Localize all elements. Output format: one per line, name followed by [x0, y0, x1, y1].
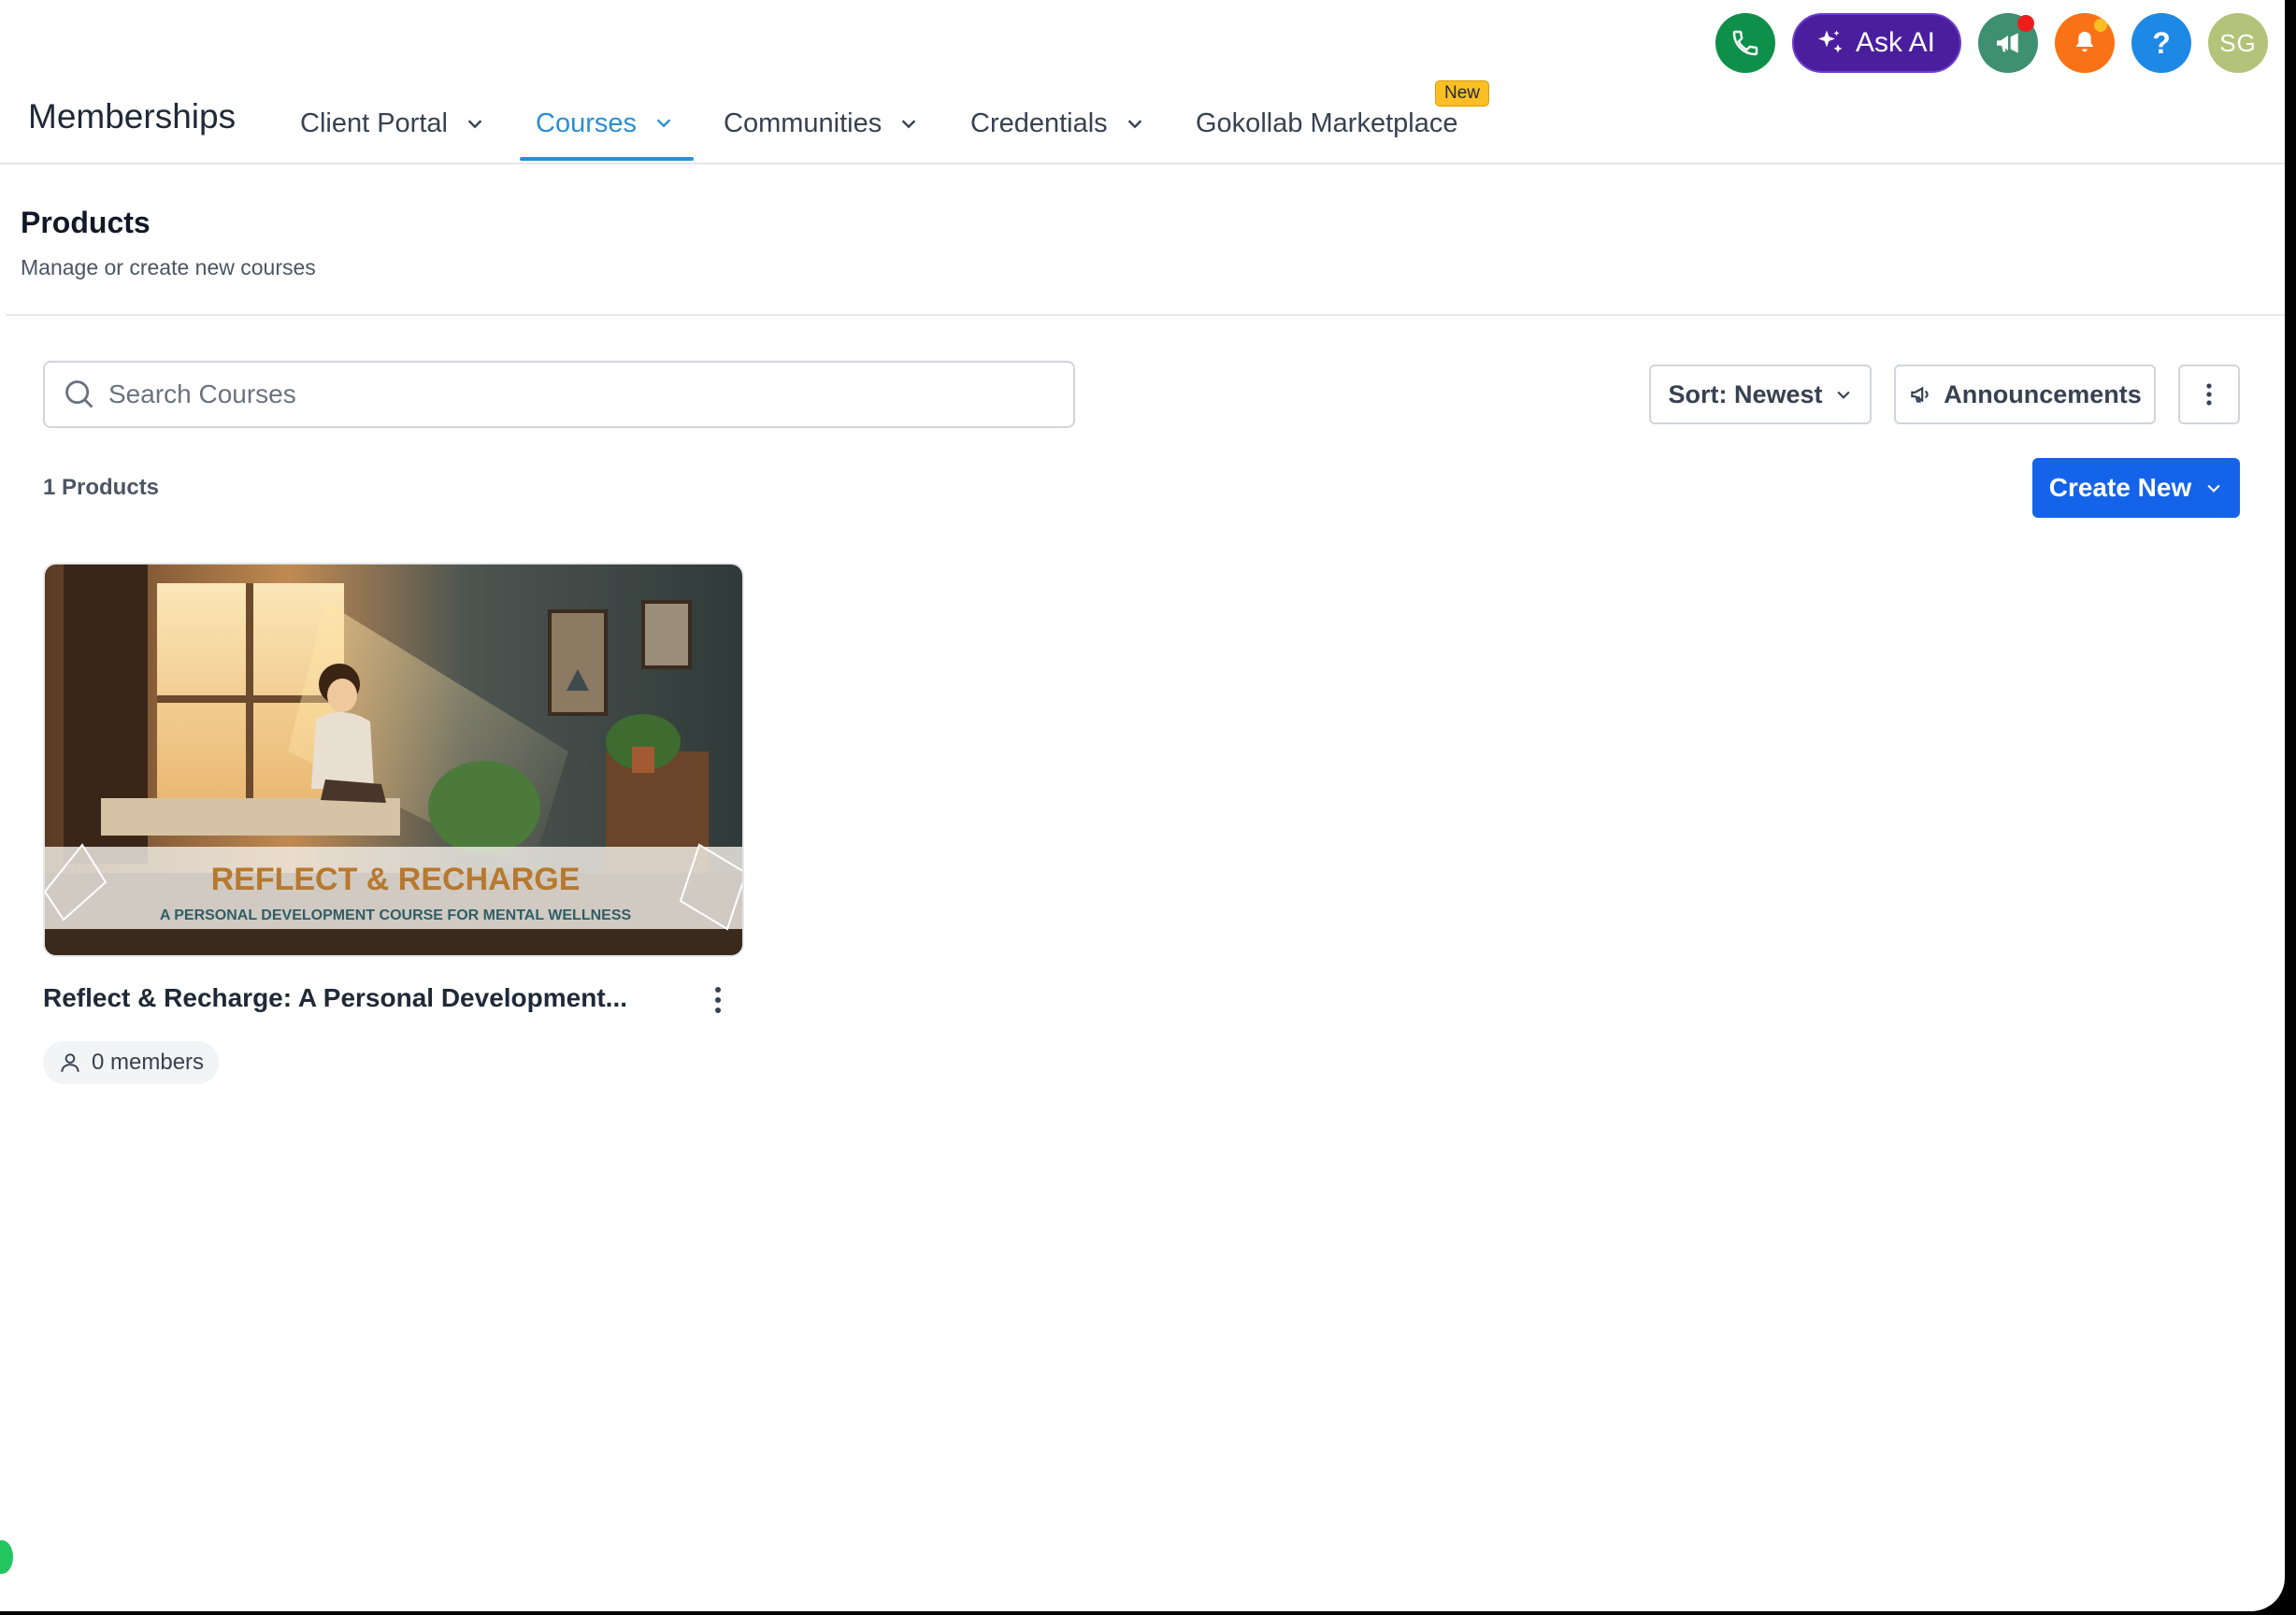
user-icon [61, 1053, 79, 1072]
notifications-button[interactable] [2055, 13, 2115, 73]
megaphone-icon [1997, 33, 2018, 53]
thumbnail-subheading: A PERSONAL DEVELOPMENT COURSE FOR MENTAL… [160, 908, 632, 923]
nav-item-communities[interactable]: Communities [724, 103, 919, 144]
notification-dot [2094, 19, 2107, 32]
announcements-button[interactable]: Announcements [1894, 364, 2156, 424]
announcements-icon-button[interactable] [1978, 13, 2038, 73]
nav-item-marketplace[interactable]: Gokollab Marketplace [1196, 103, 1457, 144]
sparkle-icon [1817, 30, 1843, 53]
nav-item-label: Credentials [970, 107, 1108, 138]
members-chip: 0 members [43, 1041, 220, 1084]
chevron-down-icon [2207, 484, 2220, 493]
more-options-button[interactable] [2178, 364, 2240, 424]
dot [715, 1008, 721, 1013]
chevron-down-icon [656, 119, 671, 128]
more-vertical-icon [2206, 383, 2212, 406]
search-input[interactable] [108, 379, 950, 409]
products-count: 1 Products [43, 475, 160, 500]
members-label: 0 members [92, 1050, 205, 1075]
new-badge: New [1435, 80, 1490, 107]
chevron-down-icon [467, 120, 482, 129]
sort-dropdown[interactable]: Sort: Newest [1649, 364, 1872, 424]
course-illustration: REFLECT & RECHARGE A PERSONAL DEVELOPMEN… [45, 565, 742, 955]
top-actions-bar: Ask AI ? SG [1715, 13, 2268, 73]
bell-icon [2075, 32, 2094, 52]
page-title: Products [21, 206, 151, 239]
chevron-down-icon [901, 120, 916, 129]
dot [715, 997, 721, 1003]
ask-ai-label: Ask AI [1855, 27, 1935, 58]
create-new-label: Create New [2048, 473, 2192, 502]
page-header: Products Manage or create new courses [6, 166, 2285, 316]
sort-label: Sort: Newest [1668, 379, 1823, 408]
chevron-down-icon [1127, 120, 1141, 129]
phone-icon [1732, 30, 1758, 56]
nav-item-client-portal[interactable]: Client Portal [300, 103, 485, 144]
page-subtitle: Manage or create new courses [21, 255, 316, 279]
thumbnail-heading: REFLECT & RECHARGE [211, 862, 581, 897]
nav-item-label: Courses [536, 107, 637, 138]
megaphone-icon [1911, 386, 1929, 403]
chat-widget-indicator[interactable] [0, 1540, 13, 1574]
course-title[interactable]: Reflect & Recharge: A Personal Developme… [43, 983, 627, 1013]
avatar-initials: SG [2219, 28, 2257, 57]
nav-item-label: Communities [724, 107, 883, 138]
nav-title: Memberships [28, 97, 237, 136]
app-window: Ask AI ? SG Memberships Client Portal Co… [0, 0, 2285, 1611]
search-box[interactable] [43, 361, 1075, 428]
question-icon: ? [2152, 25, 2171, 60]
top-nav: Memberships Client Portal Courses Commun… [0, 80, 2285, 164]
active-tab-indicator [520, 157, 694, 161]
nav-item-label: Client Portal [300, 107, 448, 138]
search-icon [65, 380, 93, 408]
notification-dot [2017, 15, 2034, 32]
nav-item-credentials[interactable]: Credentials [970, 103, 1145, 144]
create-new-button[interactable]: Create New [2032, 458, 2240, 518]
phone-button[interactable] [1715, 13, 1775, 73]
dot [715, 987, 721, 993]
course-thumbnail[interactable]: REFLECT & RECHARGE A PERSONAL DEVELOPMEN… [43, 563, 744, 957]
announcements-label: Announcements [1944, 379, 2142, 408]
ask-ai-button[interactable]: Ask AI [1791, 13, 1961, 73]
nav-item-label: Gokollab Marketplace [1196, 107, 1458, 138]
course-menu-button[interactable] [707, 983, 729, 1017]
chevron-down-icon [1836, 391, 1850, 399]
help-button[interactable]: ? [2131, 13, 2191, 73]
avatar[interactable]: SG [2208, 13, 2268, 73]
nav-item-courses[interactable]: Courses [536, 103, 674, 144]
